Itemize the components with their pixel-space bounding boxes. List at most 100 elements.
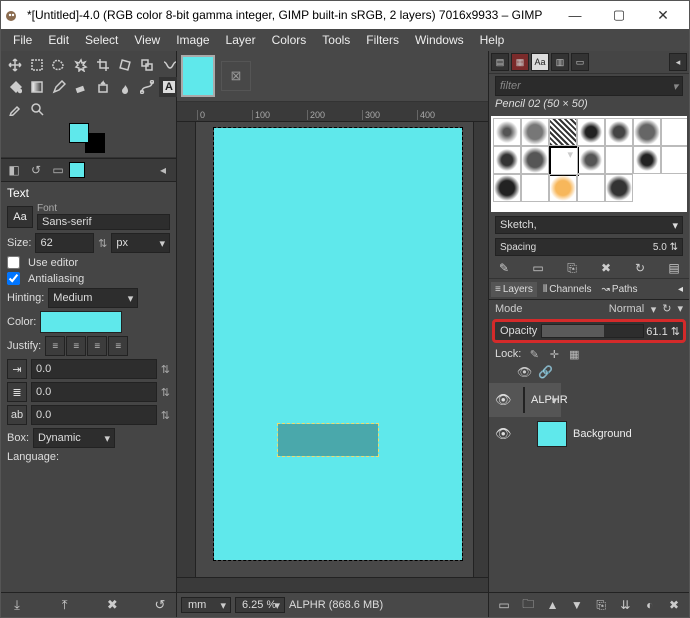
lock-pixels-icon[interactable]: ✎ [527, 347, 541, 361]
menu-help[interactable]: Help [472, 31, 513, 49]
lock-position-icon[interactable]: ✛ [547, 347, 561, 361]
scale-tool-icon[interactable] [137, 55, 157, 75]
menu-edit[interactable]: Edit [40, 31, 77, 49]
free-select-tool-icon[interactable] [49, 55, 69, 75]
new-group-icon[interactable]: 🗀 [519, 595, 537, 616]
tab-device-status-icon[interactable]: ↺ [25, 161, 47, 179]
layer-item[interactable]: 👁 ALPHR [489, 383, 561, 417]
font-size-unit-select[interactable]: px [111, 233, 170, 253]
eye-icon[interactable]: 👁 [495, 426, 511, 442]
menu-colors[interactable]: Colors [264, 31, 315, 49]
justify-center-icon[interactable]: ≡ [87, 336, 107, 356]
box-mode-select[interactable]: Dynamic [33, 428, 115, 448]
menu-windows[interactable]: Windows [407, 31, 472, 49]
restore-preset-icon[interactable]: ⤒ [55, 597, 75, 613]
text-color-well[interactable] [40, 311, 122, 333]
merge-down-icon[interactable]: ⇊ [616, 598, 634, 612]
tab-paths[interactable]: ↝ Paths [598, 282, 642, 297]
menu-select[interactable]: Select [77, 31, 126, 49]
menu-layer[interactable]: Layer [218, 31, 264, 49]
delete-layer-icon[interactable]: ✖ [665, 598, 683, 612]
zoom-tool-icon[interactable] [27, 99, 47, 119]
fg-color-swatch[interactable] [69, 123, 89, 143]
menu-image[interactable]: Image [168, 31, 217, 49]
tab-fonts-icon[interactable]: Aa [531, 53, 549, 71]
layer-name[interactable]: ALPHR [531, 394, 568, 406]
brush-new-icon[interactable]: ▭ [529, 260, 547, 276]
vertical-scrollbar[interactable] [473, 122, 488, 577]
tab-history-icon[interactable]: ▥ [551, 53, 569, 71]
tab-channels[interactable]: ⦀ Channels [539, 282, 596, 297]
indent-input-2[interactable]: 0.0 [31, 382, 157, 402]
clone-tool-icon[interactable] [93, 77, 113, 97]
brush-spacing-slider[interactable]: Spacing5.0 ⇅ [495, 238, 683, 256]
font-family-input[interactable]: Sans-serif [37, 214, 170, 230]
unit-select[interactable]: mm [181, 597, 231, 613]
tab-layers[interactable]: ≡ Layers [491, 282, 537, 297]
justify-fill-icon[interactable]: ≡ [108, 336, 128, 356]
lower-layer-icon[interactable]: ▼ [568, 598, 586, 612]
eye-icon[interactable]: 👁 [495, 392, 511, 408]
bucket-fill-tool-icon[interactable] [5, 77, 25, 97]
maximize-button[interactable]: ▢ [597, 1, 641, 29]
justify-left-icon[interactable]: ≡ [45, 336, 65, 356]
raise-layer-icon[interactable]: ▲ [544, 598, 562, 612]
mask-icon[interactable]: ◐ [641, 598, 659, 612]
indent-input-1[interactable]: 0.0 [31, 359, 157, 379]
menu-tools[interactable]: Tools [314, 31, 358, 49]
rotate-tool-icon[interactable] [115, 55, 135, 75]
fuzzy-select-tool-icon[interactable] [71, 55, 91, 75]
blend-mode-select[interactable]: Normal [529, 303, 657, 315]
canvas[interactable] [214, 128, 462, 560]
menu-file[interactable]: File [5, 31, 40, 49]
menu-filters[interactable]: Filters [358, 31, 407, 49]
rect-select-tool-icon[interactable] [27, 55, 47, 75]
tab-document-icon[interactable]: ▭ [571, 53, 589, 71]
menu-view[interactable]: View [126, 31, 168, 49]
opacity-slider[interactable]: Opacity 61.1 ⇅ [492, 319, 686, 343]
font-size-input[interactable]: 62 [35, 233, 94, 253]
close-image-tab-icon[interactable]: ⊠ [221, 61, 251, 91]
brush-preset-select[interactable]: Sketch,▾ [495, 216, 683, 234]
brush-duplicate-icon[interactable]: ⎘ [563, 260, 581, 276]
selection-rectangle[interactable] [278, 424, 378, 456]
mode-dropdown-icon[interactable]: ▾ [677, 302, 683, 315]
move-tool-icon[interactable] [5, 55, 25, 75]
justify-right-icon[interactable]: ≡ [66, 336, 86, 356]
zoom-select[interactable]: 6.25 % [235, 597, 285, 613]
mode-reset-icon[interactable]: ↻ [662, 302, 671, 315]
use-editor-checkbox[interactable] [7, 256, 20, 269]
brush-grid[interactable] [491, 116, 687, 212]
antialias-checkbox[interactable] [7, 272, 20, 285]
minimize-button[interactable]: — [553, 1, 597, 29]
close-button[interactable]: ✕ [641, 1, 685, 29]
tab-menu-icon[interactable]: ◂ [152, 161, 174, 179]
layer-name[interactable]: Background [573, 428, 632, 440]
delete-preset-icon[interactable]: ✖ [102, 597, 122, 613]
warp-tool-icon[interactable] [159, 55, 179, 75]
tab-tool-options-icon[interactable]: ◧ [3, 161, 25, 179]
hinting-select[interactable]: Medium [48, 288, 138, 308]
reset-preset-icon[interactable]: ↺ [150, 597, 170, 613]
brush-filter-input[interactable]: filter▾ [495, 76, 683, 96]
fg-bg-color[interactable] [69, 123, 105, 153]
layers-tab-menu-icon[interactable]: ◂ [674, 282, 687, 297]
brush-edit-icon[interactable]: ✎ [495, 260, 513, 276]
path-tool-icon[interactable] [137, 77, 157, 97]
tab-color-swatch-icon[interactable] [69, 162, 85, 178]
duplicate-layer-icon[interactable]: ⎘ [592, 598, 610, 613]
font-selector-icon[interactable]: Aa [7, 206, 33, 228]
tab-patterns-icon[interactable]: ▦ [511, 53, 529, 71]
brush-selected[interactable] [549, 146, 579, 176]
tab-brushes-icon[interactable]: ▤ [491, 53, 509, 71]
brush-refresh-icon[interactable]: ↻ [631, 260, 649, 276]
image-thumbnail[interactable] [181, 55, 215, 97]
smudge-tool-icon[interactable] [115, 77, 135, 97]
gradient-tool-icon[interactable] [27, 77, 47, 97]
save-preset-icon[interactable]: ⤓ [7, 597, 27, 613]
indent-input-3[interactable]: 0.0 [31, 405, 157, 425]
new-layer-icon[interactable]: ▭ [495, 598, 513, 612]
layer-item[interactable]: 👁 Background [489, 417, 689, 451]
crop-tool-icon[interactable] [93, 55, 113, 75]
eraser-tool-icon[interactable] [71, 77, 91, 97]
